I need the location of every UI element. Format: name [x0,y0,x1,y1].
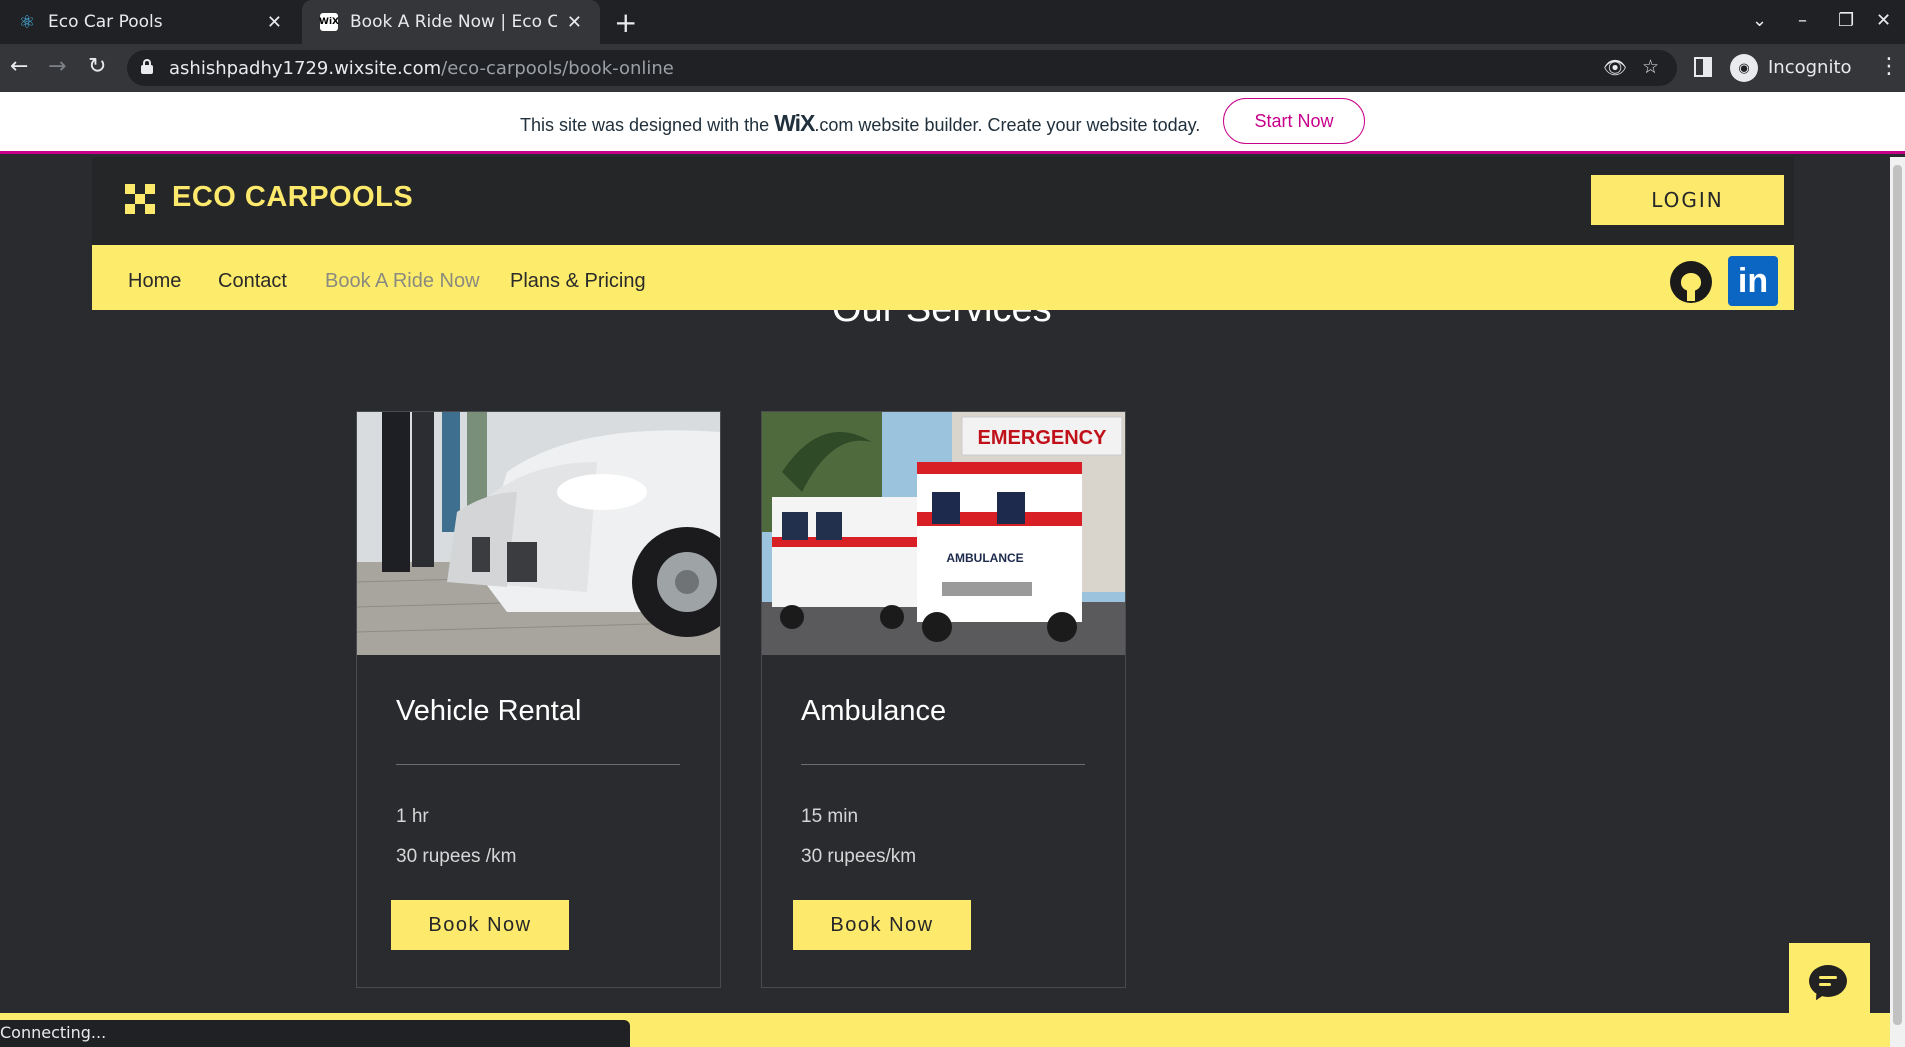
service-duration: 15 min [801,806,859,827]
checkered-logo-icon [125,184,156,215]
close-tab-icon[interactable]: ✕ [567,12,582,33]
side-panel-icon[interactable] [1694,57,1712,77]
back-icon[interactable]: ← [10,54,28,79]
divider [801,764,1085,765]
browser-tab-bar: ⚛ Eco Car Pools ✕ WiX Book A Ride Now | … [0,0,1905,44]
scrollbar-thumb[interactable] [1893,165,1902,1025]
site-logo-text[interactable]: ECO CARPOOLS [172,181,413,214]
service-name: Vehicle Rental [396,695,582,727]
browser-toolbar: ← → ↻ ashishpadhy1729.wixsite.com/eco-ca… [0,44,1905,92]
reload-icon[interactable]: ↻ [88,54,106,79]
wix-banner-text: This site was designed with the WiX.com … [520,110,1201,136]
service-duration: 1 hr [396,806,429,827]
browser-tab-eco-car-pools[interactable]: ⚛ Eco Car Pools ✕ [0,0,300,44]
address-bar[interactable]: ashishpadhy1729.wixsite.com/eco-carpools… [127,50,1677,86]
minimize-icon[interactable]: – [1798,10,1807,31]
wix-promo-banner: This site was designed with the WiX.com … [0,92,1905,154]
restore-icon[interactable]: ❐ [1838,10,1854,31]
service-card-vehicle-rental[interactable]: Vehicle Rental 1 hr 30 rupees /km Book N… [356,411,721,988]
book-now-button[interactable]: Book Now [793,900,971,950]
close-window-icon[interactable]: ✕ [1876,10,1891,31]
close-tab-icon[interactable]: ✕ [267,12,282,33]
browser-menu-icon[interactable]: ⋮ [1878,54,1900,79]
tab-title: Eco Car Pools [48,12,163,32]
linkedin-icon[interactable]: in [1728,256,1778,306]
wix-logo: WiX [774,110,815,136]
service-price: 30 rupees/km [801,846,917,867]
site-nav: Home Contact Book A Ride Now Plans & Pri… [92,245,1794,310]
site-header: ECO CARPOOLS LOGIN [92,157,1794,245]
lock-icon[interactable] [141,59,153,74]
chat-button[interactable] [1789,943,1870,1024]
service-card-ambulance[interactable]: EMERGENCY AMBULANCE Ambulance 15 min 30 … [761,411,1126,988]
nav-home[interactable]: Home [128,270,181,293]
browser-status-bar: Connecting... [0,1020,630,1047]
tab-title: Book A Ride Now | Eco Car [350,12,557,32]
login-button[interactable]: LOGIN [1591,175,1784,225]
ambulance-photo[interactable]: EMERGENCY AMBULANCE [762,412,1125,655]
cars-photo[interactable] [357,412,720,655]
browser-tab-book-a-ride[interactable]: WiX Book A Ride Now | Eco Car ✕ [302,0,600,44]
bookmark-star-icon[interactable]: ☆ [1642,56,1659,78]
new-tab-icon[interactable]: + [614,6,637,39]
react-icon: ⚛ [18,11,36,33]
incognito-label: Incognito [1768,57,1852,78]
ambulance-label-text: AMBULANCE [946,551,1023,565]
book-now-button[interactable]: Book Now [391,900,569,950]
chat-lines-icon [1819,976,1837,990]
start-now-button[interactable]: Start Now [1223,98,1365,144]
emergency-sign-text: EMERGENCY [978,427,1108,449]
github-icon[interactable] [1670,261,1712,303]
divider [396,764,680,765]
incognito-icon[interactable]: ◉ [1730,54,1758,82]
url-text: ashishpadhy1729.wixsite.com/eco-carpools… [169,58,674,79]
forward-icon[interactable]: → [48,54,66,79]
nav-plans-pricing[interactable]: Plans & Pricing [510,270,646,293]
tracking-protection-icon[interactable]: 👁 [1603,56,1627,79]
tab-search-icon[interactable]: ⌄ [1752,10,1767,31]
service-name: Ambulance [801,695,947,727]
nav-book-a-ride-now[interactable]: Book A Ride Now [325,270,480,293]
wix-icon: WiX [319,13,339,31]
nav-contact[interactable]: Contact [218,270,287,293]
service-price: 30 rupees /km [396,846,517,867]
